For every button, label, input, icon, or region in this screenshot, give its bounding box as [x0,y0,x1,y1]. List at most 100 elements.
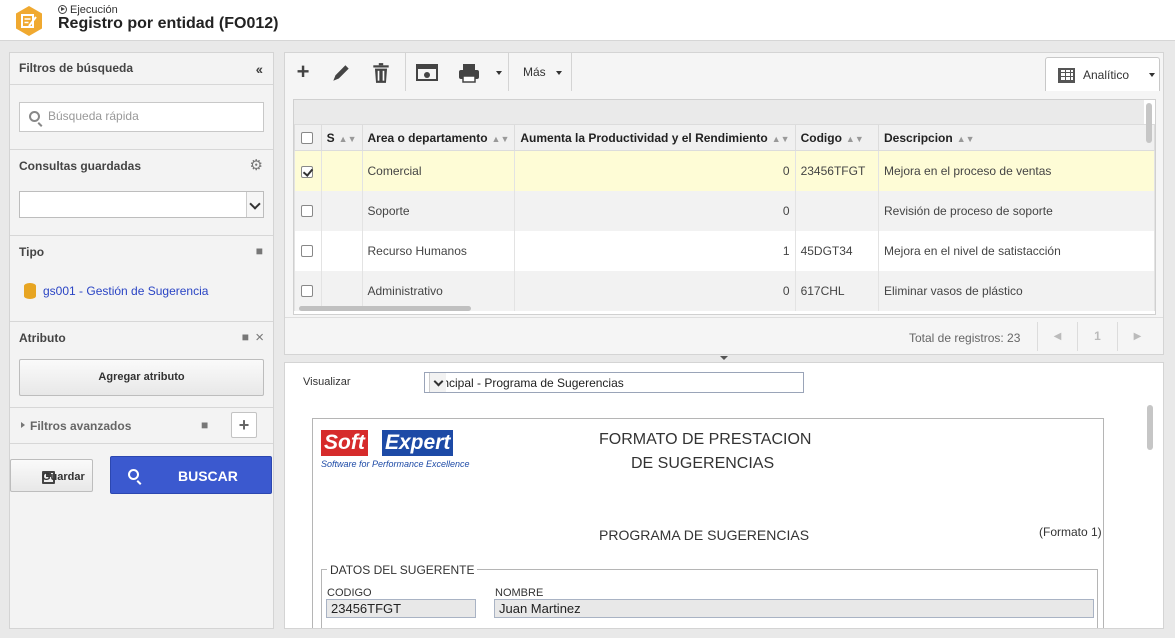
cell-descripcion: Mejora en el nivel de satistacción [878,230,1155,271]
print-icon[interactable] [458,63,480,83]
chevron-down-icon [246,192,263,217]
cell-s [320,150,363,191]
code-label: CODIGO [327,587,372,599]
app-header: Ejecución Registro por entidad (FO012) [0,0,1175,41]
chevron-right-icon [21,422,25,428]
document-title-line2: DE SUGERENCIAS [631,455,775,472]
sort-icon: ▲▼ [956,133,975,144]
column-header-descripcion[interactable]: Descripcion ▲▼ [878,124,1155,151]
vertical-scrollbar[interactable] [1146,103,1152,143]
save-button[interactable]: Guardar [10,459,93,492]
attribute-section: Atributo ■ × Agregar atributo [10,322,273,408]
collapse-panel-icon[interactable]: ‹‹ [256,61,263,77]
total-records: Total de registros: 23 [909,331,1021,345]
prev-page-button[interactable]: ◀ [1037,322,1077,351]
row-checkbox[interactable] [301,245,313,258]
search-button[interactable]: BUSCAR [110,456,272,494]
horizontal-scrollbar[interactable] [299,306,471,311]
more-group[interactable]: Más [509,53,572,91]
row-checkbox-cell[interactable] [294,270,322,311]
advanced-filters-label[interactable]: Filtros avanzados [30,419,131,433]
table-row[interactable]: Administrativo 0 617CHL Eliminar vasos d… [294,270,1155,311]
table-icon [1058,68,1075,83]
logo-expert: Expert [382,430,454,456]
table-row[interactable]: Recurso Humanos 1 45DGT34 Mejora en el n… [294,230,1155,271]
edit-tools-group: + [285,53,406,91]
play-icon [58,5,67,14]
add-attribute-button[interactable]: Agregar atributo [19,359,264,396]
column-header-aumenta[interactable]: Aumenta la Productividad y el Rendimient… [514,124,796,151]
next-page-button[interactable]: ▶ [1117,322,1157,351]
table-row[interactable]: Comercial 0 23456TFGT Mejora en el proce… [294,150,1155,191]
suggester-data-section: DATOS DEL SUGERENTE CODIGO 23456TFGT NOM… [321,563,1098,628]
cell-codigo: 45DGT34 [794,230,880,271]
more-menu-label[interactable]: Más [523,65,546,79]
select-all-checkbox[interactable] [301,132,313,145]
sort-icon: ▲▼ [491,133,510,144]
cell-aumenta: 0 [514,270,796,311]
column-header-codigo[interactable]: Codigo ▲▼ [794,124,880,151]
name-field[interactable]: Juan Martinez [494,599,1094,618]
clear-filter-icon[interactable]: ■ [256,244,263,258]
logo-tagline: Software for Performance Excellence [321,459,470,469]
toolbar: + Más Analítico [285,53,1163,91]
delete-icon[interactable] [370,62,392,84]
filter-panel: Filtros de búsqueda ‹‹ Consultas guardad… [9,52,274,629]
viewer-scrollbar[interactable] [1147,405,1153,450]
select-all-header[interactable] [294,124,322,151]
row-checkbox-cell[interactable] [294,190,322,231]
add-icon[interactable]: + [290,53,316,91]
form-document: Soft Expert Software for Performance Exc… [312,418,1104,628]
row-checkbox[interactable] [301,285,313,298]
visualize-select[interactable]: principal - Programa de Sugerencias [424,372,804,393]
column-header-s[interactable]: S ▲▼ [320,124,363,151]
print-dropdown-icon[interactable] [496,71,502,75]
cell-codigo [794,190,880,231]
cell-aumenta: 0 [514,150,796,191]
cell-s [320,270,363,311]
row-checkbox[interactable] [301,165,313,178]
filter-header: Filtros de búsqueda ‹‹ [10,53,273,85]
page-number[interactable]: 1 [1077,322,1117,351]
column-header-area[interactable]: Area o departamento ▲▼ [361,124,516,151]
add-filter-button[interactable]: + [231,412,257,438]
table-row[interactable]: Soporte 0 Revisión de proceso de soporte [294,190,1155,231]
search-button-label: BUSCAR [178,468,238,484]
filter-title: Filtros de búsqueda [19,61,134,75]
grid-footer: Total de registros: 23 ◀ 1 ▶ [285,317,1163,354]
code-field[interactable]: 23456TFGT [326,599,476,618]
type-label: Tipo [19,245,45,259]
cell-aumenta: 1 [514,230,796,271]
panel-splitter[interactable] [708,355,740,361]
advanced-filters-section[interactable]: Filtros avanzados ■ + [10,408,273,444]
saved-queries-select[interactable] [19,191,264,218]
cell-aumenta: 0 [514,190,796,231]
chevron-down-icon [1149,73,1155,77]
gear-icon[interactable]: ⚙ [250,156,263,174]
close-icon[interactable]: × [255,329,264,346]
edit-icon[interactable] [330,62,352,84]
column-label: Codigo [800,130,842,145]
logo-soft: Soft [321,430,368,456]
cell-codigo: 617CHL [794,270,880,311]
clear-attribute-icon[interactable]: ■ [242,330,249,344]
form-viewer: Visualizar principal - Programa de Suger… [284,362,1164,629]
column-label: S [326,130,335,145]
column-label: Aumenta la Productividad y el Rendimient… [520,130,768,145]
form-app-icon [16,6,42,36]
softexpert-logo: Soft Expert Software for Performance Exc… [319,427,481,474]
type-item-link[interactable]: gs001 - Gestión de Sugerencia [43,284,208,298]
section-legend: DATOS DEL SUGERENTE [327,563,478,577]
name-label: NOMBRE [495,587,544,599]
view-mode-tab[interactable]: Analítico [1045,57,1160,91]
chevron-down-icon [556,71,562,75]
clear-advanced-icon[interactable]: ■ [201,418,208,432]
preview-icon[interactable] [416,63,438,83]
saved-queries-section: Consultas guardadas ⚙ [10,150,273,236]
cell-s [320,230,363,271]
cell-area: Recurso Humanos [361,230,516,271]
row-checkbox-cell[interactable] [294,230,322,271]
row-checkbox[interactable] [301,205,313,218]
sort-icon: ▲▼ [771,133,790,144]
row-checkbox-cell[interactable] [294,150,322,191]
